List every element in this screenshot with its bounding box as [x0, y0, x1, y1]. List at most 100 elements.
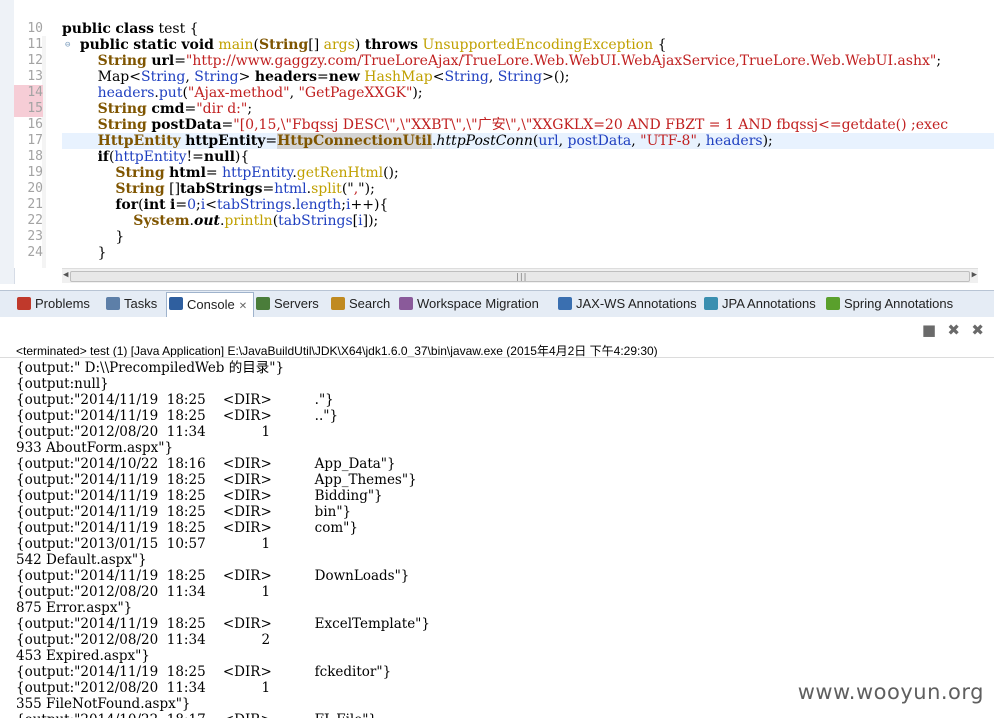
code-token: ();: [383, 165, 399, 181]
console-output-line: {output:"2012/08/20 11:34 2: [16, 632, 271, 648]
console-output-line: {output:"2014/11/19 18:25 <DIR> .."}: [16, 408, 339, 424]
tab-label: Spring Annotations: [844, 296, 954, 311]
search-icon: [331, 297, 345, 310]
code-token: );: [412, 85, 423, 101]
console-output-line: {output:"2014/11/19 18:25 <DIR> com"}: [16, 520, 358, 536]
terminate-icon[interactable]: ■: [922, 321, 936, 339]
scroll-right-icon[interactable]: ▶: [972, 270, 977, 280]
code-token: ,: [488, 69, 498, 85]
console-output-line: 542 Default.aspx"}: [16, 552, 147, 568]
code-line[interactable]: String postData="[0,15,\"Fbqssj DESC\",\…: [62, 117, 953, 133]
code-token: static: [133, 37, 177, 53]
code-token: =: [184, 101, 197, 117]
code-token: out: [193, 213, 220, 229]
code-line[interactable]: if(httpEntity!=null){: [62, 149, 250, 165]
tab-label: Workspace Migration: [417, 296, 539, 311]
code-token: Map: [97, 69, 130, 85]
code-token: !=: [186, 149, 204, 165]
code-token: String: [115, 165, 165, 181]
close-icon[interactable]: ✕: [239, 301, 247, 312]
code-token: "[0,15,\"Fbqssj DESC\",\"XXBT\",\"广安\",\…: [233, 117, 953, 133]
code-token: String: [97, 53, 147, 69]
code-token: "http://www.gaggzy.com/TrueLoreAjax/True…: [185, 53, 937, 69]
code-token: ): [354, 37, 365, 53]
code-area[interactable]: public class test { public static void m…: [62, 0, 994, 268]
scroll-left-icon[interactable]: ◀: [63, 270, 68, 280]
code-token: =: [316, 69, 329, 85]
scrollbar-thumb[interactable]: |||: [70, 271, 970, 282]
code-token: =: [174, 53, 186, 69]
code-token: String: [194, 69, 239, 85]
line-number: 22: [27, 213, 43, 228]
code-token: String: [115, 181, 165, 197]
code-token: url: [151, 53, 175, 69]
code-token: args: [323, 37, 355, 53]
console-output-line: {output:"2012/08/20 11:34 1: [16, 584, 271, 600]
tab-servers[interactable]: Servers: [254, 293, 319, 314]
code-token: headers: [254, 69, 317, 85]
tab-spring-annotations[interactable]: Spring Annotations: [824, 293, 953, 314]
horizontal-scrollbar[interactable]: ◀ ||| ▶: [62, 268, 978, 283]
tab-workspace-migration[interactable]: Workspace Migration: [397, 293, 539, 314]
code-token: ;: [247, 101, 253, 117]
code-line[interactable]: HttpEntity httpEntity=HttpConnectionUtil…: [62, 133, 994, 149]
code-line[interactable]: String []tabStrings=html.split(",");: [62, 181, 375, 197]
tab-label: Servers: [274, 296, 319, 311]
code-token: <: [129, 69, 141, 85]
code-line[interactable]: String url="http://www.gaggzy.com/TrueLo…: [62, 53, 941, 69]
code-token: if: [97, 149, 109, 165]
code-token: <: [205, 197, 217, 213]
code-token: );: [762, 133, 773, 149]
console-output-line: {output:"2014/11/19 18:25 <DIR> DownLoad…: [16, 568, 410, 584]
code-line[interactable]: public class test {: [62, 21, 199, 37]
code-line[interactable]: public static void main(String[] args) t…: [62, 37, 667, 53]
tab-search[interactable]: Search: [329, 293, 390, 314]
code-line[interactable]: System.out.println(tabStrings[i]);: [62, 213, 378, 229]
code-token: String: [259, 37, 309, 53]
code-line[interactable]: for(int i=0;i<tabStrings.length;i++){: [62, 197, 388, 213]
code-token: tabStrings: [278, 213, 353, 229]
console-output-line: {output:"2014/10/22 18:16 <DIR> App_Data…: [16, 456, 396, 472]
tab-tasks[interactable]: Tasks: [104, 293, 157, 314]
code-line[interactable]: String cmd="dir d:";: [62, 101, 252, 117]
remove-launch-icon[interactable]: ✖: [947, 321, 960, 339]
code-editor[interactable]: 10 11 12 13 14 15 16 17 18 19 20 21 22 23 24 ⊖ public c…: [0, 0, 994, 284]
code-token: void: [181, 37, 214, 53]
line-number: 19: [27, 165, 43, 180]
code-token: >();: [542, 69, 570, 85]
console-view[interactable]: ■ ✖ ✖ <terminated> test (1) [Java Applic…: [0, 317, 994, 718]
code-line[interactable]: }: [62, 245, 107, 261]
tab-problems[interactable]: Problems: [15, 293, 90, 314]
line-number: 24: [27, 245, 43, 260]
tab-jax-ws-annotations[interactable]: JAX-WS Annotations: [556, 293, 697, 314]
console-output-line: {output:"2014/10/22 18:17 <DIR> FJ_File"…: [16, 712, 994, 718]
code-token: throws: [364, 37, 419, 53]
tab-label: JAX-WS Annotations: [576, 296, 697, 311]
code-token: String: [97, 117, 147, 133]
console-output-line: 875 Error.aspx"}: [16, 600, 133, 616]
code-token: ");: [358, 181, 375, 197]
code-line[interactable]: Map<String, String> headers=new HashMap<…: [62, 69, 570, 85]
remove-all-launches-icon[interactable]: ✖: [971, 321, 984, 339]
code-line[interactable]: headers.put("Ajax-method", "GetPageXXGK"…: [62, 85, 423, 101]
code-token: httpPostConn: [436, 133, 533, 149]
tab-jpa-annotations[interactable]: JPA Annotations: [702, 293, 816, 314]
code-token: "dir d:": [196, 101, 248, 117]
console-output-line: {output:" D:\\PrecompiledWeb 的目录"}: [16, 360, 285, 376]
code-token: <: [432, 69, 445, 85]
code-line[interactable]: String html= httpEntity.getRenHtml();: [62, 165, 399, 181]
console-output: {output:" D:\\PrecompiledWeb 的目录"} {outpu…: [16, 360, 994, 718]
code-line[interactable]: }: [62, 229, 124, 245]
code-token: ++){: [350, 197, 389, 213]
console-output-line: {output:"2014/11/19 18:25 <DIR> App_Them…: [16, 472, 417, 488]
line-number: 18: [27, 149, 43, 164]
code-token: length: [295, 197, 342, 213]
code-token: public: [79, 37, 129, 53]
tab-console[interactable]: Console ✕: [166, 292, 255, 317]
